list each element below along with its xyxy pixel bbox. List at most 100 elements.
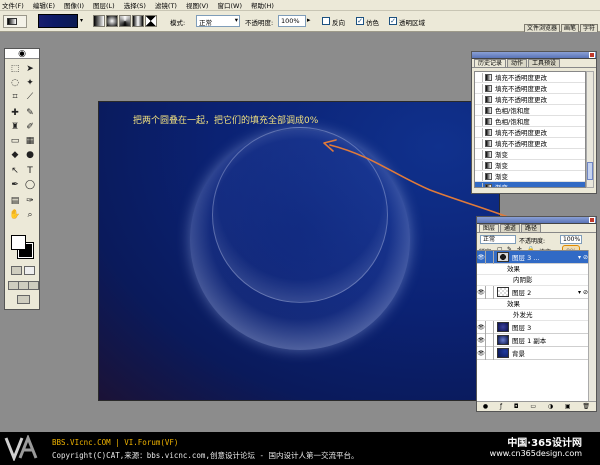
- trash-icon[interactable]: 🗑: [582, 403, 590, 410]
- menu-file[interactable]: 文件(F): [2, 0, 24, 10]
- menu-select[interactable]: 选择(S): [124, 0, 146, 10]
- menu-image[interactable]: 图像(I): [64, 0, 84, 10]
- tab-brushes[interactable]: 画笔: [560, 24, 579, 32]
- layer-thumbnail[interactable]: [497, 322, 509, 332]
- standard-mode-button[interactable]: [11, 266, 22, 275]
- reverse-checkbox[interactable]: [322, 17, 330, 25]
- opacity-field[interactable]: 100%: [278, 15, 306, 27]
- history-brush-source[interactable]: [475, 72, 483, 82]
- reflected-gradient-button[interactable]: [132, 15, 144, 27]
- layer-effects-icon[interactable]: ▾ ⊘: [578, 289, 588, 296]
- quick-mask-button[interactable]: [24, 266, 35, 275]
- layer-mask-icon[interactable]: ◘: [514, 403, 519, 410]
- layer-opacity-field[interactable]: 100%: [560, 235, 582, 244]
- history-item[interactable]: 填充不透明度更改: [475, 83, 585, 94]
- type-tool-icon[interactable]: T: [24, 165, 36, 177]
- blend-mode-select[interactable]: 正常: [480, 235, 516, 244]
- tab-layers[interactable]: 图层: [479, 224, 500, 232]
- layer-effects-group[interactable]: 效果: [477, 299, 590, 310]
- history-item[interactable]: 填充不透明度更改: [475, 127, 585, 138]
- shape-tool-icon[interactable]: ◯: [24, 179, 36, 191]
- brush-tool-icon[interactable]: ✎: [24, 107, 36, 119]
- magic-wand-tool-icon[interactable]: ✦: [24, 77, 36, 89]
- layer-link-slot[interactable]: [486, 320, 494, 334]
- layer-link-slot[interactable]: [486, 333, 494, 347]
- move-tool-icon[interactable]: ➤: [24, 63, 36, 75]
- eye-icon[interactable]: 👁: [477, 346, 486, 360]
- menu-help[interactable]: 帮助(H): [251, 0, 274, 10]
- tab-actions[interactable]: 动作: [507, 59, 528, 67]
- layer-row[interactable]: 👁 图层 1 副本: [477, 333, 590, 347]
- layer-set-icon[interactable]: ▭: [530, 403, 536, 410]
- history-item[interactable]: 渐变: [475, 149, 585, 160]
- eye-icon[interactable]: 👁: [477, 285, 486, 299]
- blur-tool-icon[interactable]: ◆: [9, 149, 21, 161]
- layer-effect-item[interactable]: 外发光: [477, 310, 590, 321]
- gradient-tool-icon[interactable]: ▦: [24, 135, 36, 147]
- angle-gradient-button[interactable]: [119, 15, 131, 27]
- eyedropper-tool-icon[interactable]: ✑: [24, 195, 36, 207]
- layer-thumbnail[interactable]: [497, 252, 509, 262]
- history-brush-source[interactable]: [475, 127, 483, 137]
- screen-mode-full-button[interactable]: [28, 281, 39, 290]
- eye-icon[interactable]: 👁: [477, 333, 486, 347]
- crop-tool-icon[interactable]: ⌗: [9, 91, 21, 103]
- history-brush-source[interactable]: [475, 138, 483, 148]
- tab-character[interactable]: 字符: [579, 24, 598, 32]
- menu-view[interactable]: 视图(V): [186, 0, 209, 10]
- layer-thumbnail[interactable]: [497, 287, 509, 297]
- tool-preset-picker[interactable]: [3, 15, 27, 28]
- history-item[interactable]: 填充不透明度更改: [475, 138, 585, 149]
- stamp-tool-icon[interactable]: ♜: [9, 121, 21, 133]
- history-item[interactable]: 渐变: [475, 160, 585, 171]
- history-brush-source[interactable]: [475, 83, 483, 93]
- dodge-tool-icon[interactable]: ●: [24, 149, 36, 161]
- close-icon[interactable]: [589, 217, 595, 223]
- marquee-tool-icon[interactable]: ⬚: [9, 63, 21, 75]
- layer-scrollbar[interactable]: [588, 250, 595, 403]
- history-brush-tool-icon[interactable]: ✐: [24, 121, 36, 133]
- notes-tool-icon[interactable]: ▤: [9, 195, 21, 207]
- layer-row[interactable]: 👁 图层 3 ... ▾ ⊘: [477, 251, 590, 264]
- tab-channels[interactable]: 通道: [500, 224, 521, 232]
- radial-gradient-button[interactable]: [106, 15, 118, 27]
- history-brush-source[interactable]: [475, 182, 483, 187]
- palette-titlebar[interactable]: [477, 217, 596, 224]
- chevron-down-icon[interactable]: ▾: [80, 17, 87, 26]
- dither-checkbox[interactable]: ✓: [356, 17, 364, 25]
- menu-window[interactable]: 窗口(W): [217, 0, 242, 10]
- diamond-gradient-button[interactable]: [145, 15, 157, 27]
- layer-link-slot[interactable]: [486, 285, 494, 299]
- history-brush-source[interactable]: [475, 160, 483, 170]
- footer-forum-link[interactable]: BBS.VIcnc.COM | VI.Forum(VF): [52, 438, 178, 447]
- linear-gradient-button[interactable]: [93, 15, 105, 27]
- mode-select[interactable]: 正常 ▾: [196, 15, 240, 27]
- palette-titlebar[interactable]: [472, 52, 596, 59]
- history-item[interactable]: 渐变: [475, 171, 585, 182]
- history-brush-source[interactable]: [475, 94, 483, 104]
- history-item[interactable]: 渐变: [475, 182, 585, 187]
- layer-style-icon[interactable]: ƒ: [500, 403, 502, 410]
- layer-thumbnail[interactable]: [497, 335, 509, 345]
- new-layer-icon[interactable]: ▣: [565, 403, 571, 410]
- history-brush-source[interactable]: [475, 149, 483, 159]
- tab-history[interactable]: 历史记录: [474, 59, 507, 67]
- adjustment-layer-icon[interactable]: ◑: [548, 403, 553, 410]
- layer-row[interactable]: 👁 背景: [477, 346, 590, 360]
- history-item[interactable]: 填充不透明度更改: [475, 94, 585, 105]
- chevron-right-icon[interactable]: ▸: [307, 16, 311, 24]
- layer-link-slot[interactable]: [486, 346, 494, 360]
- layer-thumbnail[interactable]: [497, 348, 509, 358]
- history-item[interactable]: 色相/饱和度: [475, 116, 585, 127]
- close-icon[interactable]: [589, 52, 595, 58]
- layer-effects-icon[interactable]: ▾ ⊘: [578, 254, 588, 261]
- menu-filter[interactable]: 滤镜(T): [155, 0, 177, 10]
- pen-tool-icon[interactable]: ✒: [9, 179, 21, 191]
- layer-effects-group[interactable]: 效果: [477, 264, 590, 275]
- history-brush-source[interactable]: [475, 171, 483, 181]
- history-item[interactable]: 色相/饱和度: [475, 105, 585, 116]
- tab-paths[interactable]: 路径: [521, 224, 542, 232]
- layer-row[interactable]: 👁 图层 2 ▾ ⊘: [477, 285, 590, 299]
- foreground-color-swatch[interactable]: [11, 235, 26, 250]
- menu-edit[interactable]: 编辑(E): [33, 0, 55, 10]
